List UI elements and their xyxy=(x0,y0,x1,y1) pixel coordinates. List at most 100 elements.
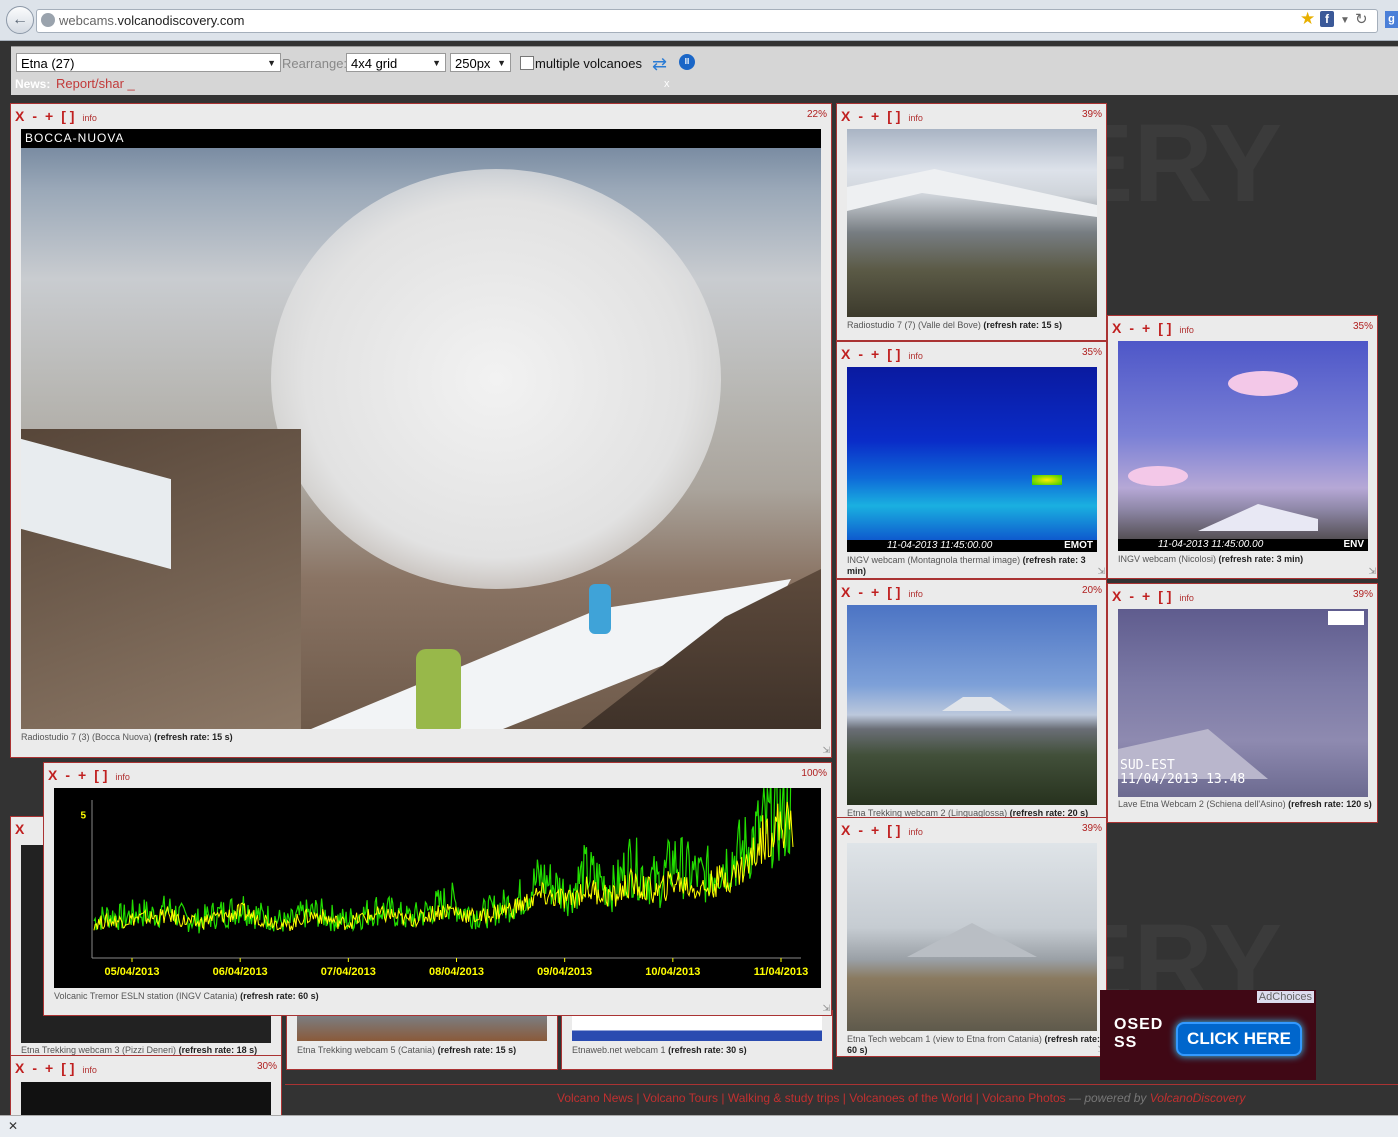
info-link[interactable]: info xyxy=(82,1065,97,1075)
close-button[interactable]: X xyxy=(841,346,850,362)
webcam-image[interactable] xyxy=(847,605,1097,805)
hiker-figure xyxy=(416,649,461,729)
address-bar[interactable]: webcams.volcanodiscovery.com xyxy=(36,9,1378,33)
rearrange-label: Rearrange: xyxy=(282,56,348,71)
minus-button[interactable]: - xyxy=(858,108,863,124)
webcam-image[interactable] xyxy=(21,1082,271,1116)
webcam-image[interactable]: 11-04-2013 11:45:00.00 EMOT xyxy=(847,367,1097,552)
refresh-icon[interactable]: ⇄ xyxy=(652,54,667,75)
close-button[interactable]: X xyxy=(48,767,57,783)
info-link[interactable]: info xyxy=(82,113,97,123)
timestamp-bar: 11-04-2013 11:45:00.00 EMOT xyxy=(847,540,1097,552)
tremor-chart[interactable]: 5 05/04/2013 06/04/2013 07/04/2013 08/04/201… xyxy=(54,788,821,988)
info-link[interactable]: info xyxy=(908,827,923,837)
info-link[interactable]: info xyxy=(908,351,923,361)
resize-handle-icon[interactable]: ⇲ xyxy=(822,745,830,756)
close-button[interactable]: X xyxy=(1112,588,1121,604)
fullscreen-button[interactable]: [ ] xyxy=(1158,320,1171,336)
close-button[interactable]: X xyxy=(841,822,850,838)
x-tick-label: 10/04/2013 xyxy=(645,966,700,978)
fullscreen-button[interactable]: [ ] xyxy=(61,108,74,124)
minus-button[interactable]: - xyxy=(65,767,70,783)
ad-choices-link[interactable]: AdChoices xyxy=(1256,991,1314,1003)
close-button[interactable]: X xyxy=(841,108,850,124)
minus-button[interactable]: - xyxy=(858,346,863,362)
fullscreen-button[interactable]: [ ] xyxy=(887,346,900,362)
reload-icon[interactable]: ↻ xyxy=(1355,10,1368,28)
info-link[interactable]: info xyxy=(908,113,923,123)
minus-button[interactable]: - xyxy=(1129,588,1134,604)
minus-button[interactable]: - xyxy=(858,584,863,600)
minus-button[interactable]: - xyxy=(1129,320,1134,336)
webcam-image[interactable] xyxy=(297,1015,547,1041)
webcam-panel-trek5: Etna Trekking webcam 5 (Catania) (refres… xyxy=(286,1010,558,1070)
bookmark-star-icon[interactable]: ★ xyxy=(1300,9,1315,29)
news-close-button[interactable]: x xyxy=(664,78,670,90)
close-icon[interactable]: ✕ xyxy=(8,1119,18,1133)
webcam-panel-catania: X - + [ ] info 39% Etna Tech webcam 1 (view … xyxy=(836,817,1107,1057)
plus-button[interactable]: + xyxy=(1142,320,1150,336)
cam-controls: X - + [ ] info xyxy=(841,822,931,838)
minus-button[interactable]: - xyxy=(32,108,37,124)
minus-button[interactable]: - xyxy=(858,822,863,838)
back-button[interactable]: ← xyxy=(6,6,34,34)
fullscreen-button[interactable]: [ ] xyxy=(61,1060,74,1076)
grid-select[interactable]: 4x4 grid ▼ xyxy=(346,53,446,72)
resize-handle-icon[interactable]: ⇲ xyxy=(822,1003,830,1014)
plus-button[interactable]: + xyxy=(871,584,879,600)
plus-button[interactable]: + xyxy=(871,108,879,124)
pause-icon[interactable]: II xyxy=(679,54,695,70)
footer-link-photos[interactable]: Volcano Photos xyxy=(982,1091,1065,1105)
webcam-image[interactable] xyxy=(572,1015,822,1041)
webcam-image[interactable] xyxy=(847,843,1097,1031)
multiple-volcanoes-checkbox[interactable] xyxy=(520,56,534,70)
resize-handle-icon[interactable]: ⇲ xyxy=(1097,566,1105,577)
info-link[interactable]: info xyxy=(1179,593,1194,603)
close-button[interactable]: X xyxy=(1112,320,1121,336)
ad-click-button[interactable]: CLICK HERE xyxy=(1176,1022,1302,1056)
zoom-percent: 30% xyxy=(256,1061,277,1072)
plus-button[interactable]: + xyxy=(871,346,879,362)
footer-link-volcanoes[interactable]: Volcanoes of the World xyxy=(849,1091,972,1105)
info-link[interactable]: info xyxy=(115,772,130,782)
plus-button[interactable]: + xyxy=(45,1060,53,1076)
fullscreen-button[interactable]: [ ] xyxy=(887,108,900,124)
fullscreen-button[interactable]: [ ] xyxy=(94,767,107,783)
size-select[interactable]: 250px ▼ xyxy=(450,53,511,72)
cam-caption: Radiostudio 7 (7) (Valle del Bove) (refr… xyxy=(847,320,1062,330)
close-button[interactable]: X xyxy=(841,584,850,600)
footer-link-tours[interactable]: Volcano Tours xyxy=(643,1091,718,1105)
footer-brand-link[interactable]: VolcanoDiscovery xyxy=(1150,1091,1246,1105)
webcam-image[interactable] xyxy=(847,129,1097,317)
advertisement[interactable]: AdChoices OSED SS CLICK HERE xyxy=(1100,990,1316,1080)
resize-handle-icon[interactable]: ⇲ xyxy=(1368,566,1376,577)
plus-button[interactable]: + xyxy=(45,108,53,124)
fullscreen-button[interactable]: [ ] xyxy=(887,822,900,838)
news-label: News: xyxy=(15,77,51,91)
dropdown-caret-icon[interactable]: ▼ xyxy=(1340,15,1350,26)
fullscreen-button[interactable]: [ ] xyxy=(887,584,900,600)
footer-link-news[interactable]: Volcano News xyxy=(557,1091,633,1105)
snow-peak xyxy=(1198,504,1318,531)
news-link[interactable]: Report/shar _ xyxy=(56,76,135,91)
volcano-select[interactable]: Etna (27) ▼ xyxy=(16,53,281,72)
cam-caption: INGV webcam (Nicolosi) (refresh rate: 3 … xyxy=(1118,554,1304,564)
webcam-image[interactable]: 11-04-2013 11:45:00.00 ENV xyxy=(1118,341,1368,551)
cam-caption: Etna Tech webcam 1 (view to Etna from Ca… xyxy=(847,1034,1100,1055)
minus-button[interactable]: - xyxy=(32,1060,37,1076)
close-button[interactable]: X xyxy=(15,821,24,837)
info-link[interactable]: info xyxy=(908,589,923,599)
plus-button[interactable]: + xyxy=(871,822,879,838)
plus-button[interactable]: + xyxy=(78,767,86,783)
facebook-icon[interactable]: f xyxy=(1320,11,1334,27)
close-button[interactable]: X xyxy=(15,1060,24,1076)
footer-link-trips[interactable]: Walking & study trips xyxy=(728,1091,840,1105)
google-icon[interactable]: g xyxy=(1385,11,1398,28)
webcam-image[interactable]: BOCCA-NUOVA xyxy=(21,129,821,729)
cam-overlay-label: BOCCA-NUOVA xyxy=(21,129,821,148)
close-button[interactable]: X xyxy=(15,108,24,124)
info-link[interactable]: info xyxy=(1179,325,1194,335)
plus-button[interactable]: + xyxy=(1142,588,1150,604)
fullscreen-button[interactable]: [ ] xyxy=(1158,588,1171,604)
webcam-image[interactable]: SUD-EST 11/04/2013 13.48 xyxy=(1118,609,1368,797)
